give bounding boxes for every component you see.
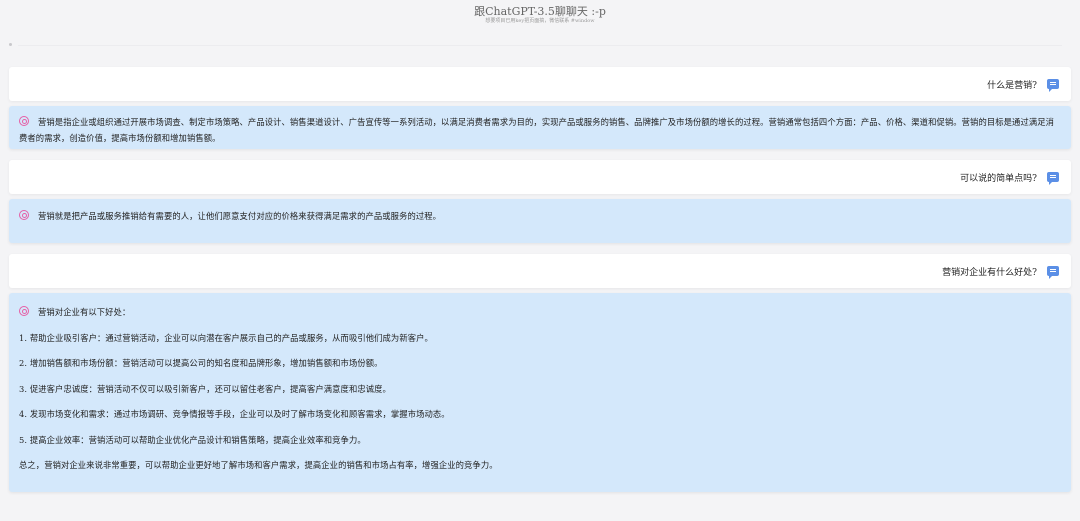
openai-icon: [19, 306, 29, 316]
assistant-message-text: 营销就是把产品或服务推销给有需要的人，让他们愿意支付对应的价格来获得满足需求的产…: [38, 211, 442, 221]
user-message-text: 什么是营销?: [987, 80, 1037, 91]
openai-icon: [19, 116, 29, 126]
message-icon: [1047, 172, 1059, 185]
assistant-message-text: 营销是指企业或组织通过开展市场调查、制定市场策略、产品设计、销售渠道设计、广告宣…: [19, 117, 1055, 143]
page-header: 跟ChatGPT-3.5聊聊天 :-p 想要项目已用key把页面搞，微信联系 #…: [0, 0, 1080, 25]
header-divider: [18, 45, 1062, 46]
scroll-indicator-dot: [9, 43, 12, 46]
message-icon: [1047, 266, 1059, 279]
answer-line: 3. 促进客户忠诚度：营销活动不仅可以吸引新客户，还可以留住老客户，提高客户满意…: [19, 383, 391, 394]
chat-thread[interactable]: 什么是营销? 营销是指企业或组织通过开展市场调查、制定市场策略、产品设计、销售渠…: [9, 67, 1071, 492]
assistant-message[interactable]: 营销对企业有以下好处： 1. 帮助企业吸引客户：通过营销活动，企业可以向潜在客户…: [9, 293, 1071, 492]
answer-line: 5. 提高企业效率：营销活动可以帮助企业优化产品设计和销售策略，提高企业效率和竞…: [19, 434, 366, 445]
openai-icon: [19, 210, 29, 220]
answer-line: 总之，营销对企业来说非常重要，可以帮助企业更好地了解市场和客户需求，提高企业的销…: [19, 460, 498, 470]
answer-line: 1. 帮助企业吸引客户：通过营销活动，企业可以向潜在客户展示自己的产品或服务，从…: [19, 332, 433, 343]
assistant-message[interactable]: 营销是指企业或组织通过开展市场调查、制定市场策略、产品设计、销售渠道设计、广告宣…: [9, 106, 1071, 149]
user-message[interactable]: 营销对企业有什么好处?: [9, 254, 1071, 288]
page-subtitle: 想要项目已用key把页面搞，微信联系 #window: [485, 18, 595, 24]
answer-line: 2. 增加销售额和市场份额：营销活动可以提高公司的知名度和品牌形象，增加销售额和…: [19, 358, 383, 368]
answer-line: 营销对企业有以下好处：: [19, 300, 1061, 326]
user-message-text: 可以说的简单点吗?: [960, 173, 1037, 184]
answer-line: 4. 发现市场变化和需求：通过市场调研、竞争情报等手段，企业可以及时了解市场变化…: [19, 409, 450, 419]
assistant-message[interactable]: 营销就是把产品或服务推销给有需要的人，让他们愿意支付对应的价格来获得满足需求的产…: [9, 199, 1071, 243]
user-message[interactable]: 什么是营销?: [9, 67, 1071, 101]
user-message[interactable]: 可以说的简单点吗?: [9, 160, 1071, 194]
user-message-text: 营销对企业有什么好处?: [942, 267, 1037, 278]
message-icon: [1047, 79, 1059, 92]
page-title: 跟ChatGPT-3.5聊聊天 :-p: [474, 5, 606, 18]
